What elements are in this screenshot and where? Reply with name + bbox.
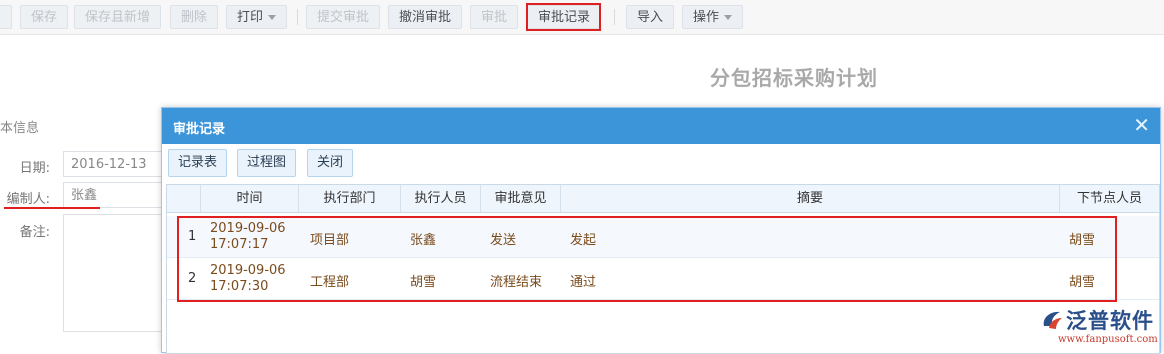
operation-label: 操作 [693, 10, 720, 25]
section-label: 本信息 [0, 121, 40, 136]
approval-record-highlight [526, 3, 601, 31]
remark-textarea[interactable] [63, 214, 173, 332]
submit-approval-button[interactable]: 提交审批 [306, 5, 381, 29]
close-icon[interactable]: ✕ [1133, 114, 1150, 136]
column-header-dept: 执行部门 [299, 185, 401, 212]
toolbar-divider [297, 9, 298, 25]
column-header-opinion: 审批意见 [481, 185, 561, 212]
logo-text: 泛普软件 [1066, 309, 1154, 333]
logo-mark-icon [1043, 311, 1062, 329]
print-button[interactable]: 打印 [226, 5, 288, 29]
toolbar: 保存 保存且新增 删除 打印 提交审批 撤消审批 审批 审批记录 导入 操作 [0, 0, 1164, 35]
date-field[interactable]: 2016-12-13 [63, 151, 173, 177]
operation-button[interactable]: 操作 [682, 5, 744, 29]
date-label: 日期: [19, 161, 50, 176]
dialog-title: 审批记录 [173, 122, 226, 137]
editor-underline-highlight [4, 207, 100, 209]
approval-record-dialog: 审批记录 ✕ 记录表 过程图 关闭 时间 执行部门 执行人员 审批意见 摘要 下… [161, 107, 1161, 354]
editor-label: 编制人: [6, 192, 50, 207]
logo-url: www.fanpusoft.com [1058, 334, 1158, 345]
cancel-approval-button[interactable]: 撤消审批 [388, 5, 463, 29]
dialog-close-button[interactable]: 关闭 [307, 149, 354, 177]
record-table-button[interactable]: 记录表 [168, 149, 228, 177]
column-header-next-person: 下节点人员 [1076, 191, 1142, 206]
index-column-header [167, 185, 201, 212]
save-and-new-button[interactable]: 保存且新增 [74, 5, 162, 29]
delete-button[interactable]: 删除 [170, 5, 219, 29]
prev-button-partial[interactable] [0, 5, 12, 29]
dialog-header: 审批记录 ✕ [162, 108, 1160, 144]
remark-label: 备注: [19, 225, 50, 240]
table-header: 时间 执行部门 执行人员 审批意见 摘要 下节点人员 [167, 185, 1159, 213]
brand-logo: 泛普软件 www.fanpusoft.com [1040, 305, 1160, 351]
process-chart-button[interactable]: 过程图 [237, 149, 297, 177]
editor-field[interactable]: 张鑫 [63, 182, 173, 208]
column-header-person: 执行人员 [401, 185, 481, 212]
approve-button[interactable]: 审批 [470, 5, 519, 29]
print-label: 打印 [237, 10, 264, 25]
column-header-time: 时间 [201, 185, 299, 212]
column-header-summary: 摘要 [561, 185, 1060, 212]
rows-highlight [177, 216, 1117, 302]
page-title: 分包招标采购计划 [710, 66, 878, 90]
chevron-down-icon [268, 15, 277, 20]
import-button[interactable]: 导入 [626, 5, 675, 29]
save-button[interactable]: 保存 [20, 5, 69, 29]
chevron-down-icon [724, 15, 733, 20]
toolbar-divider [614, 9, 615, 25]
